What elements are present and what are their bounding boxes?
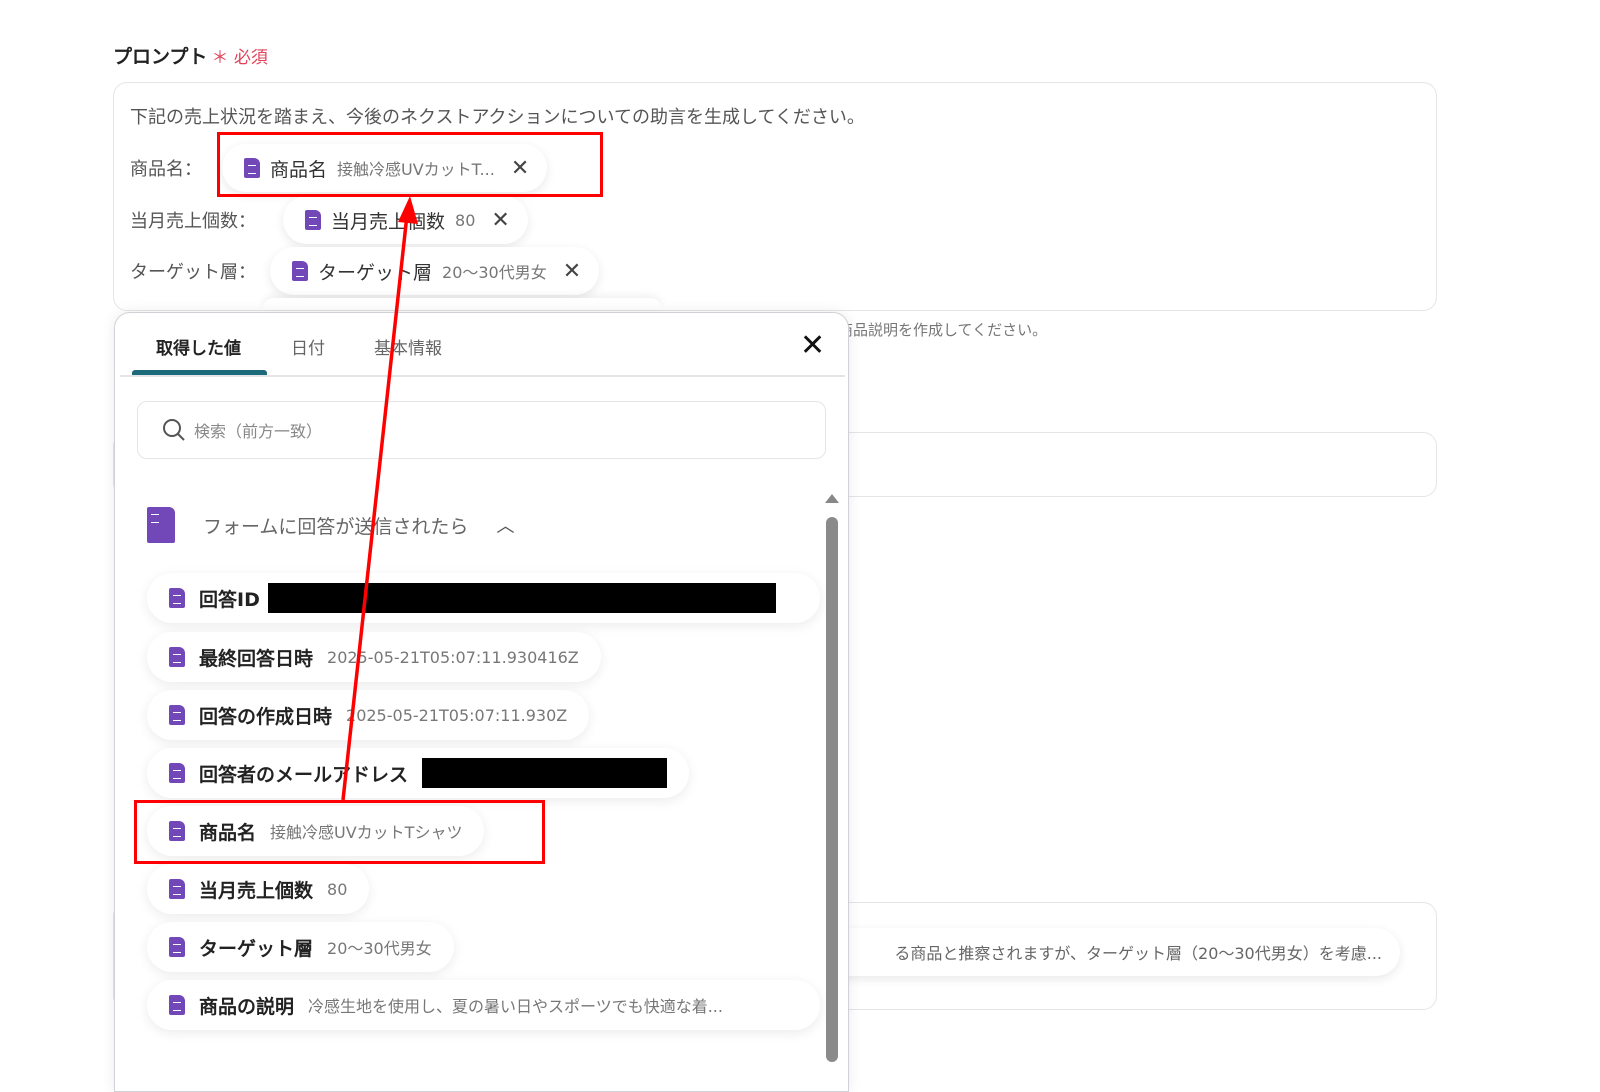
annotation-arrow (341, 196, 418, 801)
